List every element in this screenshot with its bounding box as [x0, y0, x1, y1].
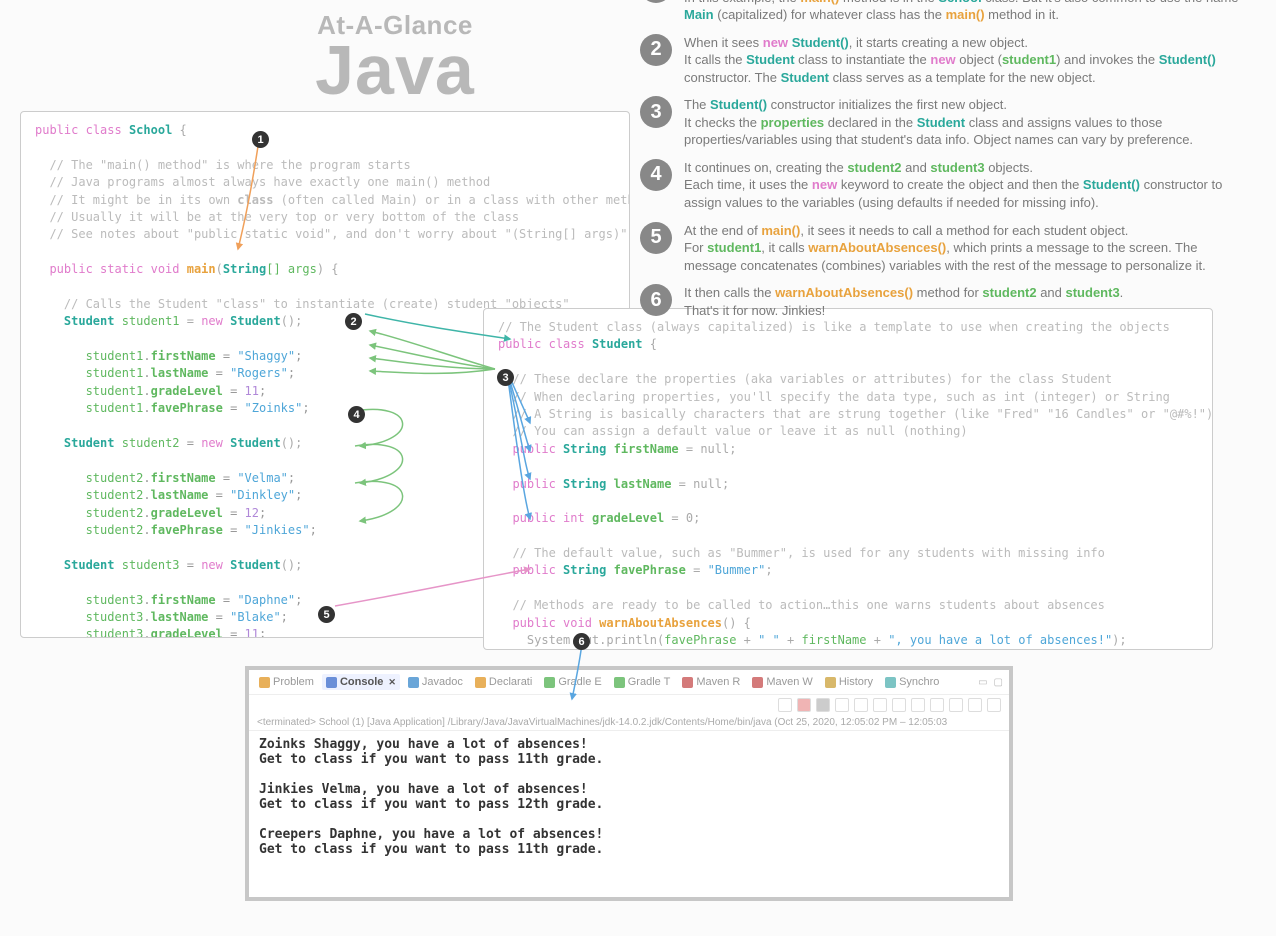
console-tab[interactable]: Synchro [881, 674, 943, 690]
tool-icon[interactable] [797, 698, 811, 712]
console-tabbar: Problem Console ✕ Javadoc Declarati Gradle E G… [249, 670, 1009, 695]
tool-icon[interactable] [949, 698, 963, 712]
tool-icon[interactable] [835, 698, 849, 712]
tool-icon[interactable] [911, 698, 925, 712]
tab-icon [544, 677, 555, 688]
tab-icon [752, 677, 763, 688]
explain-text: The program starts with the main() metho… [684, 0, 1245, 24]
tool-icon[interactable] [816, 698, 830, 712]
tab-label: Maven R [696, 676, 740, 688]
console-tab[interactable]: Maven W [748, 674, 816, 690]
explain-badge: 5 [640, 222, 672, 254]
badge-5: 5 [318, 606, 335, 623]
console-tab[interactable]: History [821, 674, 877, 690]
console-status-line: <terminated> School (1) [Java Applicatio… [249, 715, 1009, 731]
window-icons: ▭▢ [978, 677, 1003, 688]
explain-row: 4 It continues on, creating the student2 … [640, 159, 1245, 212]
header-title: Java [120, 35, 670, 105]
tab-label: Problem [273, 676, 314, 688]
tool-icon[interactable] [854, 698, 868, 712]
tab-icon [475, 677, 486, 688]
console-tab[interactable]: Maven R [678, 674, 744, 690]
explain-badge: 3 [640, 96, 672, 128]
explanation-list: 1 The program starts with the main() meth… [640, 0, 1245, 329]
badge-3: 3 [497, 369, 514, 386]
tool-icon[interactable] [987, 698, 1001, 712]
maximize-icon[interactable]: ▢ [994, 677, 1003, 688]
explain-badge: 1 [640, 0, 672, 3]
badge-4: 4 [348, 406, 365, 423]
student-code-box: // The Student class (always capitalized… [483, 308, 1213, 650]
explain-text: It then calls the warnAboutAbsences() me… [684, 284, 1245, 319]
close-icon[interactable]: ✕ [388, 677, 396, 688]
tool-icon[interactable] [968, 698, 982, 712]
tab-label: Console [340, 676, 383, 688]
tab-label: Declarati [489, 676, 532, 688]
header: At-A-Glance Java [120, 10, 670, 105]
tab-label: History [839, 676, 873, 688]
tool-icon[interactable] [930, 698, 944, 712]
tab-icon [825, 677, 836, 688]
tab-label: Maven W [766, 676, 812, 688]
explain-text: When it sees new Student(), it starts cr… [684, 34, 1245, 87]
tab-label: Gradle E [558, 676, 601, 688]
console-panel: Problem Console ✕ Javadoc Declarati Gradle E G… [245, 666, 1013, 901]
tab-icon [885, 677, 896, 688]
explain-text: It continues on, creating the student2 a… [684, 159, 1245, 212]
explain-row: 2 When it sees new Student(), it starts c… [640, 34, 1245, 87]
explain-text: The Student() constructor initializes th… [684, 96, 1245, 149]
tool-icon[interactable] [873, 698, 887, 712]
console-tab[interactable]: Declarati [471, 674, 536, 690]
tab-icon [259, 677, 270, 688]
explain-text: At the end of main(), it sees it needs t… [684, 222, 1245, 275]
badge-2: 2 [345, 313, 362, 330]
explain-badge: 2 [640, 34, 672, 66]
minimize-icon[interactable]: ▭ [978, 677, 987, 688]
console-tab[interactable]: Javadoc [404, 674, 467, 690]
explain-row: 3 The Student() constructor initializes t… [640, 96, 1245, 149]
console-output: Zoinks Shaggy, you have a lot of absence… [249, 731, 1009, 897]
console-tab[interactable]: Gradle E [540, 674, 605, 690]
tab-icon [408, 677, 419, 688]
explain-badge: 4 [640, 159, 672, 191]
tab-icon [682, 677, 693, 688]
tab-label: Synchro [899, 676, 939, 688]
tab-icon [614, 677, 625, 688]
tool-icon[interactable] [778, 698, 792, 712]
tab-label: Javadoc [422, 676, 463, 688]
console-toolbar [249, 695, 1009, 715]
tab-icon [326, 677, 337, 688]
console-tab[interactable]: Gradle T [610, 674, 675, 690]
badge-1: 1 [252, 131, 269, 148]
explain-row: 5 At the end of main(), it sees it needs … [640, 222, 1245, 275]
console-tab[interactable]: Problem [255, 674, 318, 690]
explain-row: 1 The program starts with the main() meth… [640, 0, 1245, 24]
console-tab[interactable]: Console ✕ [322, 674, 400, 690]
tool-icon[interactable] [892, 698, 906, 712]
badge-6: 6 [573, 633, 590, 650]
explain-row: 6 It then calls the warnAboutAbsences() m… [640, 284, 1245, 319]
explain-badge: 6 [640, 284, 672, 316]
tab-label: Gradle T [628, 676, 671, 688]
